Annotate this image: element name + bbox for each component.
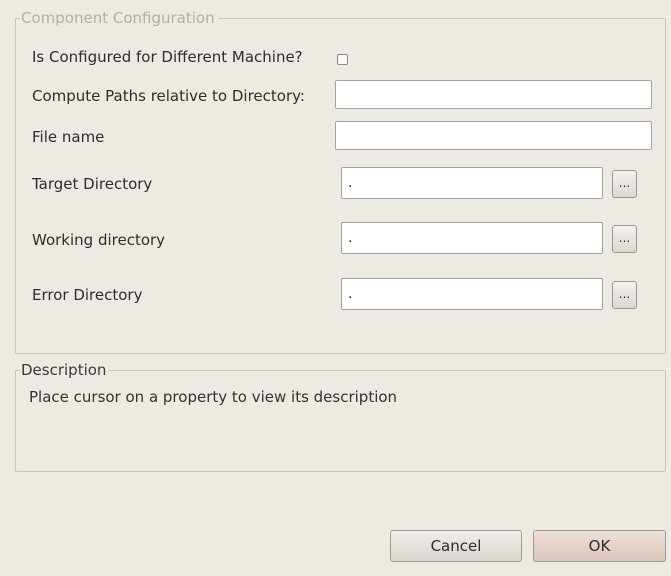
component-configuration-legend: Component Configuration	[20, 8, 218, 28]
error-directory-label: Error Directory	[32, 286, 143, 304]
error-directory-input[interactable]	[341, 278, 603, 310]
target-directory-browse-button[interactable]: ...	[612, 170, 637, 198]
compute-paths-input[interactable]	[335, 80, 652, 109]
compute-paths-label: Compute Paths relative to Directory:	[32, 87, 305, 105]
different-machine-checkbox[interactable]	[337, 54, 348, 65]
file-name-input[interactable]	[335, 121, 652, 150]
cancel-button[interactable]: Cancel	[390, 530, 522, 562]
error-directory-browse-button[interactable]: ...	[612, 281, 637, 309]
file-name-label: File name	[32, 128, 105, 146]
different-machine-label: Is Configured for Different Machine?	[32, 48, 303, 66]
working-directory-browse-button[interactable]: ...	[612, 225, 637, 253]
target-directory-input[interactable]	[341, 167, 603, 199]
description-text: Place cursor on a property to view its d…	[29, 388, 398, 406]
description-group: Description Place cursor on a property t…	[15, 360, 666, 472]
working-directory-input[interactable]	[341, 222, 603, 254]
component-configuration-group: Component Configuration Is Configured fo…	[15, 8, 666, 354]
ok-button[interactable]: OK	[533, 530, 666, 562]
target-directory-label: Target Directory	[32, 175, 153, 193]
working-directory-label: Working directory	[32, 231, 166, 249]
description-legend: Description	[20, 360, 110, 380]
